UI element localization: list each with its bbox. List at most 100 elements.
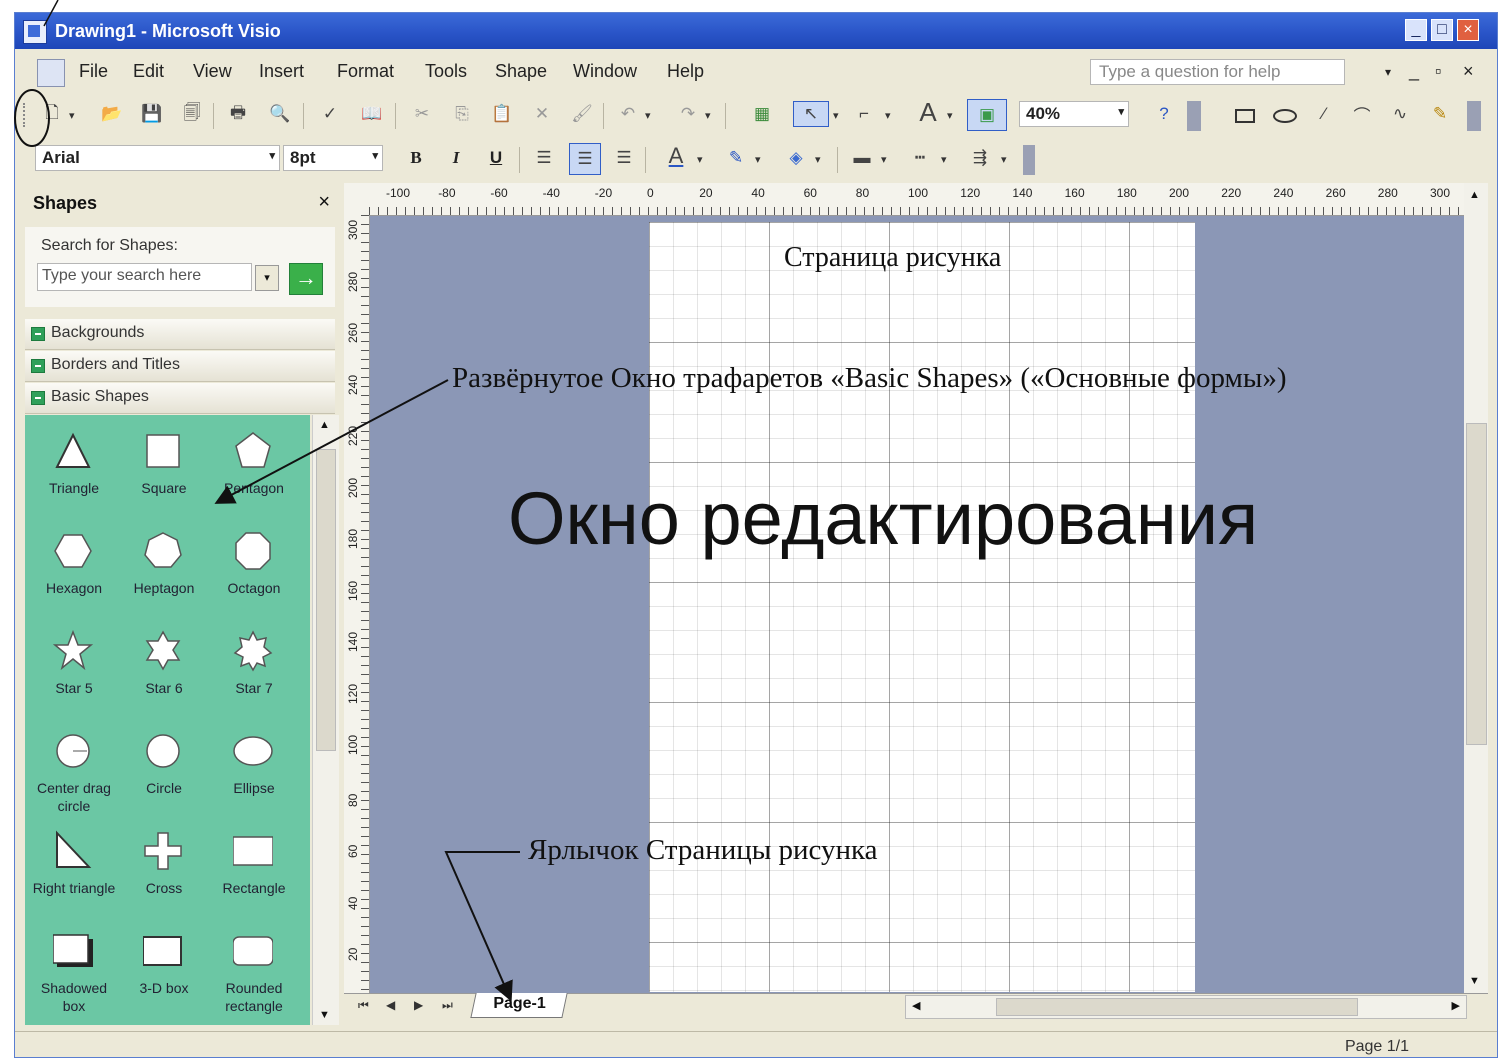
scroll-right-icon[interactable]: ▶ [1452, 999, 1460, 1012]
help-dropdown-icon[interactable]: ▾ [1385, 65, 1391, 79]
font-size-dropdown-icon[interactable]: ▾ [372, 149, 378, 162]
master-star-5[interactable]: Star 5 [29, 625, 119, 725]
align-right-icon[interactable]: ☰ [611, 145, 637, 171]
help-icon[interactable]: ? [1151, 101, 1177, 127]
drawing-page[interactable] [649, 222, 1195, 992]
menu-insert[interactable]: Insert [259, 61, 304, 82]
first-page-icon[interactable]: ⏮ [358, 998, 369, 1013]
text-dropdown-icon[interactable]: ▾ [947, 109, 953, 122]
menu-edit[interactable]: Edit [133, 61, 164, 82]
master-square[interactable]: Square [119, 425, 209, 525]
font-select[interactable]: Arial ▾ [35, 145, 280, 171]
font-color-icon[interactable]: A [663, 143, 689, 169]
freeform-tool-icon[interactable]: ∿ [1387, 101, 1413, 127]
doc-minimize-button[interactable]: _ [1409, 61, 1419, 82]
line-ends-dropdown-icon[interactable]: ▾ [1001, 153, 1007, 166]
scroll-up-icon[interactable]: ▲ [1469, 189, 1480, 201]
zoom-select[interactable]: 40% ▾ [1019, 101, 1129, 127]
redo-dropdown-icon[interactable]: ▾ [705, 109, 711, 122]
cut-icon[interactable]: ✂ [409, 101, 435, 127]
line-pattern-icon[interactable]: ┅ [907, 145, 933, 171]
format-toolbar-options-icon[interactable] [1023, 145, 1035, 175]
research-icon[interactable]: 📖 [359, 101, 385, 127]
font-dropdown-icon[interactable]: ▾ [269, 149, 275, 162]
stencil-backgrounds[interactable]: Backgrounds [25, 319, 335, 350]
close-shapes-button[interactable]: × [318, 191, 330, 214]
line-ends-icon[interactable]: ⇶ [967, 145, 993, 171]
redo-icon[interactable]: ↷ [675, 101, 701, 127]
permission-icon[interactable]: 🗐 [179, 101, 205, 127]
copy-icon[interactable]: ⎘ [449, 101, 475, 127]
delete-icon[interactable]: ✕ [529, 101, 555, 127]
fill-color-icon[interactable]: ◈ [783, 145, 809, 171]
arc-tool-icon[interactable]: ⌒ [1349, 101, 1375, 127]
master-cross[interactable]: Cross [119, 825, 209, 925]
scroll-thumb[interactable] [1466, 423, 1487, 745]
undo-dropdown-icon[interactable]: ▾ [645, 109, 651, 122]
canvas-vertical-scrollbar[interactable]: ▲ ▼ [1464, 183, 1488, 993]
master-3d-box[interactable]: 3-D box [119, 925, 209, 1025]
master-right-triangle[interactable]: Right triangle [29, 825, 119, 925]
master-center-drag-circle[interactable]: Center drag circle [29, 725, 119, 825]
paste-icon[interactable]: 📋 [489, 101, 515, 127]
last-page-icon[interactable]: ⏭ [442, 998, 453, 1013]
pointer-tool-icon[interactable]: ↖ [793, 101, 829, 127]
rectangle-tool-icon[interactable] [1235, 109, 1255, 123]
shapes-scrollbar[interactable]: ▲ ▼ [312, 415, 339, 1025]
open-icon[interactable]: 📂 [99, 101, 125, 127]
master-hexagon[interactable]: Hexagon [29, 525, 119, 625]
line-color-icon[interactable]: ✎ [723, 145, 749, 171]
master-heptagon[interactable]: Heptagon [119, 525, 209, 625]
fill-color-dropdown-icon[interactable]: ▾ [815, 153, 821, 166]
text-tool-icon[interactable]: A [915, 97, 941, 127]
menu-window[interactable]: Window [573, 61, 637, 82]
italic-button[interactable]: I [443, 145, 469, 171]
search-dropdown-icon[interactable]: ▾ [255, 265, 279, 291]
print-preview-icon[interactable]: 🔍 [267, 101, 293, 127]
scroll-thumb[interactable] [316, 449, 336, 751]
zoom-dropdown-icon[interactable]: ▾ [1118, 105, 1124, 118]
scroll-left-icon[interactable]: ◀ [912, 999, 920, 1012]
line-weight-icon[interactable]: ▬ [849, 145, 875, 171]
line-tool-icon[interactable]: ⁄ [1311, 101, 1337, 127]
menu-view[interactable]: View [193, 61, 232, 82]
undo-icon[interactable]: ↶ [615, 101, 641, 127]
stencil-basic-shapes[interactable]: Basic Shapes [25, 383, 335, 414]
pencil-tool-icon[interactable]: ✎ [1427, 101, 1453, 127]
line-weight-dropdown-icon[interactable]: ▾ [881, 153, 887, 166]
scroll-up-icon[interactable]: ▲ [319, 419, 330, 431]
master-triangle[interactable]: Triangle [29, 425, 119, 525]
stencil-borders-and-titles[interactable]: Borders and Titles [25, 351, 335, 382]
connector-tool-icon[interactable]: ⌐ [851, 101, 877, 127]
format-painter-icon[interactable]: 🖌 [569, 101, 595, 127]
search-go-button[interactable]: → [289, 263, 323, 295]
menu-help[interactable]: Help [667, 61, 704, 82]
align-center-icon[interactable]: ☰ [569, 143, 601, 175]
line-color-dropdown-icon[interactable]: ▾ [755, 153, 761, 166]
close-window-button[interactable]: × [1457, 19, 1479, 41]
previous-page-icon[interactable]: ◀ [386, 998, 395, 1012]
scroll-down-icon[interactable]: ▼ [1469, 975, 1480, 987]
master-star-7[interactable]: Star 7 [209, 625, 299, 725]
font-size-select[interactable]: 8pt ▾ [283, 145, 383, 171]
menu-file[interactable]: File [79, 61, 108, 82]
doc-restore-button[interactable]: ▫ [1435, 61, 1441, 82]
next-page-icon[interactable]: ▶ [414, 998, 423, 1012]
scroll-thumb[interactable] [996, 998, 1358, 1016]
visio-app-icon[interactable] [23, 20, 47, 44]
page-tab[interactable]: Page-1 [470, 993, 568, 1018]
shapes-window-icon[interactable]: ▦ [749, 101, 775, 127]
spelling-icon[interactable]: ✓ [317, 101, 343, 127]
line-pattern-dropdown-icon[interactable]: ▾ [941, 153, 947, 166]
menu-shape[interactable]: Shape [495, 61, 547, 82]
maximize-button[interactable]: □ [1431, 19, 1453, 41]
bold-button[interactable]: B [403, 145, 429, 171]
save-icon[interactable]: 💾 [139, 101, 165, 127]
toolbar-grip[interactable] [23, 103, 29, 127]
pointer-dropdown-icon[interactable]: ▾ [833, 109, 839, 122]
master-pentagon[interactable]: Pentagon [209, 425, 299, 525]
master-rectangle[interactable]: Rectangle [209, 825, 299, 925]
doc-close-button[interactable]: × [1463, 61, 1474, 82]
connector-dropdown-icon[interactable]: ▾ [885, 109, 891, 122]
title-bar[interactable]: Drawing1 - Microsoft Visio _ □ × [15, 13, 1497, 49]
